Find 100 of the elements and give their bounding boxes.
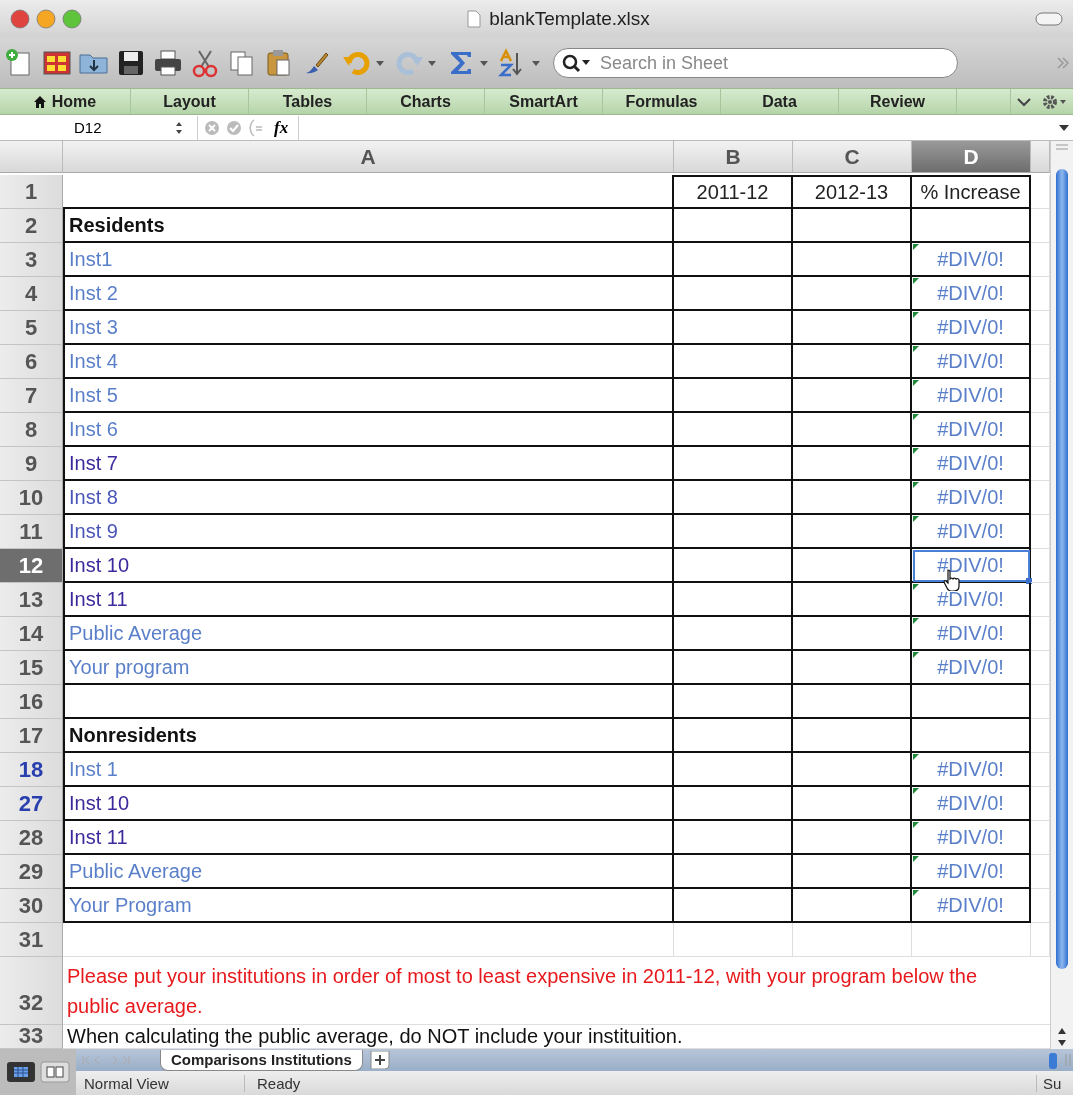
table-cell[interactable]: Inst 11 [63,821,674,855]
table-cell[interactable] [674,651,793,685]
table-cell[interactable] [793,515,912,549]
vertical-scrollbar[interactable] [1050,141,1073,1049]
row-header[interactable]: 5 [0,311,63,345]
table-cell[interactable] [674,345,793,379]
caret-icon[interactable] [480,60,488,66]
table-cell[interactable] [674,549,793,583]
search-icon[interactable] [561,53,591,73]
row-header[interactable]: 29 [0,855,63,889]
table-cell[interactable]: Nonresidents [63,719,674,753]
row-header[interactable]: 32 [0,957,63,1025]
table-cell[interactable] [793,685,912,719]
name-box[interactable]: D12 [8,115,198,140]
row-header[interactable]: 4 [0,277,63,311]
table-cell[interactable] [674,447,793,481]
table-cell[interactable]: Inst 10 [63,549,674,583]
table-cell[interactable] [793,855,912,889]
row-header[interactable]: 17 [0,719,63,753]
settings-icon[interactable] [1041,92,1067,111]
table-cell[interactable]: #DIV/0! [912,889,1031,923]
ribbon-tab[interactable]: Layout [131,89,249,114]
table-cell[interactable]: Inst 6 [63,413,674,447]
sheet-tab[interactable]: Comparisons Institutions [160,1049,363,1071]
table-cell[interactable] [793,787,912,821]
table-cell[interactable]: Please put your institutions in order of most to least expensive in 2011-12, with your program below the public average. [63,957,1050,1025]
row-header[interactable]: 3 [0,243,63,277]
row-header[interactable]: 2 [0,209,63,243]
table-cell[interactable]: Inst 7 [63,447,674,481]
row-header[interactable]: 12 [0,549,63,583]
table-cell[interactable]: Inst 10 [63,787,674,821]
row-header[interactable]: 31 [0,923,63,957]
table-cell[interactable] [674,243,793,277]
row-header[interactable]: 11 [0,515,63,549]
column-header[interactable]: B [674,141,793,173]
table-cell[interactable]: 2011-12 [674,175,793,209]
table-cell[interactable] [793,209,912,243]
row-header[interactable]: 27 [0,787,63,821]
ribbon-tab[interactable]: Tables [249,89,367,114]
table-cell[interactable]: #DIV/0! [912,651,1031,685]
table-cell[interactable] [793,549,912,583]
table-cell[interactable]: #DIV/0! [912,413,1031,447]
table-cell[interactable]: #DIV/0! [912,821,1031,855]
row-header[interactable]: 16 [0,685,63,719]
row-header[interactable]: 28 [0,821,63,855]
table-cell[interactable] [63,175,674,209]
table-cell[interactable] [674,821,793,855]
window-control-icon[interactable] [36,9,56,29]
ribbon-tab[interactable]: Formulas [603,89,721,114]
table-cell[interactable]: #DIV/0! [912,277,1031,311]
table-cell[interactable] [912,209,1031,243]
caret-icon[interactable] [428,60,436,66]
table-cell[interactable]: #DIV/0! [912,583,1031,617]
ribbon-tab[interactable]: Home [0,89,131,114]
toolbar-toggle-icon[interactable] [1035,11,1063,27]
table-cell[interactable]: #DIV/0! [912,481,1031,515]
table-cell[interactable]: #DIV/0! [912,753,1031,787]
column-header[interactable]: C [793,141,912,173]
table-cell[interactable] [674,685,793,719]
column-header[interactable]: D [912,141,1031,173]
table-cell[interactable] [793,617,912,651]
ribbon-tab[interactable]: Charts [367,89,485,114]
caret-icon[interactable] [376,60,384,66]
row-header[interactable]: 14 [0,617,63,651]
split-handle-icon[interactable] [1063,1051,1073,1069]
table-cell[interactable] [674,311,793,345]
table-cell[interactable]: #DIV/0! [912,855,1031,889]
table-cell[interactable]: Inst 11 [63,583,674,617]
table-cell[interactable]: #DIV/0! [912,345,1031,379]
row-header[interactable]: 33 [0,1025,63,1049]
table-cell[interactable]: #DIV/0! [912,617,1031,651]
horizontal-scroll-thumb-icon[interactable] [1047,1051,1057,1069]
table-cell[interactable] [793,889,912,923]
table-cell[interactable]: #DIV/0! [912,787,1031,821]
table-cell[interactable] [674,617,793,651]
table-cell[interactable]: Inst 8 [63,481,674,515]
table-cell[interactable]: #DIV/0! [912,379,1031,413]
window-control-icon[interactable] [10,9,30,29]
table-cell[interactable] [674,379,793,413]
table-cell[interactable]: Inst 2 [63,277,674,311]
page-layout-icon[interactable] [40,1061,70,1083]
active-cell[interactable]: #DIV/0! [912,549,1031,583]
scroll-thumb[interactable] [1056,169,1068,969]
table-cell[interactable]: Inst1 [63,243,674,277]
table-cell[interactable] [912,719,1031,753]
row-header[interactable]: 1 [0,175,63,209]
table-cell[interactable]: Your Program [63,889,674,923]
table-cell[interactable] [793,583,912,617]
split-handle-icon[interactable] [1055,143,1069,151]
table-cell[interactable] [674,583,793,617]
table-cell[interactable]: Public Average [63,855,674,889]
table-cell[interactable]: Inst 3 [63,311,674,345]
scroll-up-icon[interactable] [1057,1027,1067,1035]
table-cell[interactable] [793,651,912,685]
table-cell[interactable] [674,787,793,821]
row-header[interactable]: 18 [0,753,63,787]
table-cell[interactable] [793,311,912,345]
ribbon-tab[interactable]: SmartArt [485,89,603,114]
row-header[interactable]: 6 [0,345,63,379]
table-cell[interactable] [912,685,1031,719]
